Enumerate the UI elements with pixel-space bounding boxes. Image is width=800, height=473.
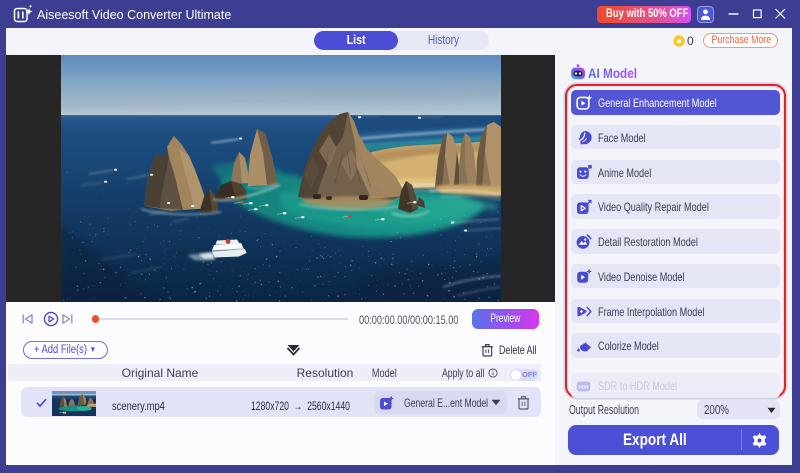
svg-text:HDR: HDR [578,384,589,389]
